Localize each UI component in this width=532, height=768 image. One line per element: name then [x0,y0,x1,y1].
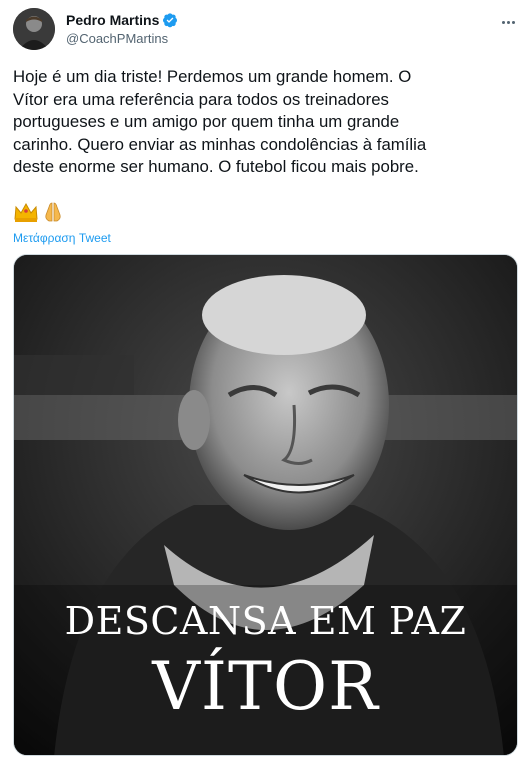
crown-emoji-icon [14,202,38,222]
folded-hands-emoji-icon [45,202,61,222]
tweet-media-image[interactable]: DESCANSA EM PAZ VÍTOR [13,254,518,756]
verified-badge-icon [163,13,178,28]
author-avatar[interactable] [13,8,55,50]
author-name[interactable]: Pedro Martins [66,12,159,28]
rip-name: VÍTOR [152,648,379,725]
emoji-row [13,201,65,223]
author-handle[interactable]: @CoachPMartins [66,31,168,46]
more-options-icon[interactable] [496,12,520,32]
tweet-text: Hoje é um dia triste! Perdemos um grande… [13,67,427,176]
rip-headline: DESCANSA EM PAZ [64,599,467,643]
translate-tweet-link[interactable]: Μετάφραση Tweet [13,231,111,245]
author-name-row[interactable]: Pedro Martins [66,12,178,28]
tweet-header: Pedro Martins @CoachPMartins [0,0,532,60]
